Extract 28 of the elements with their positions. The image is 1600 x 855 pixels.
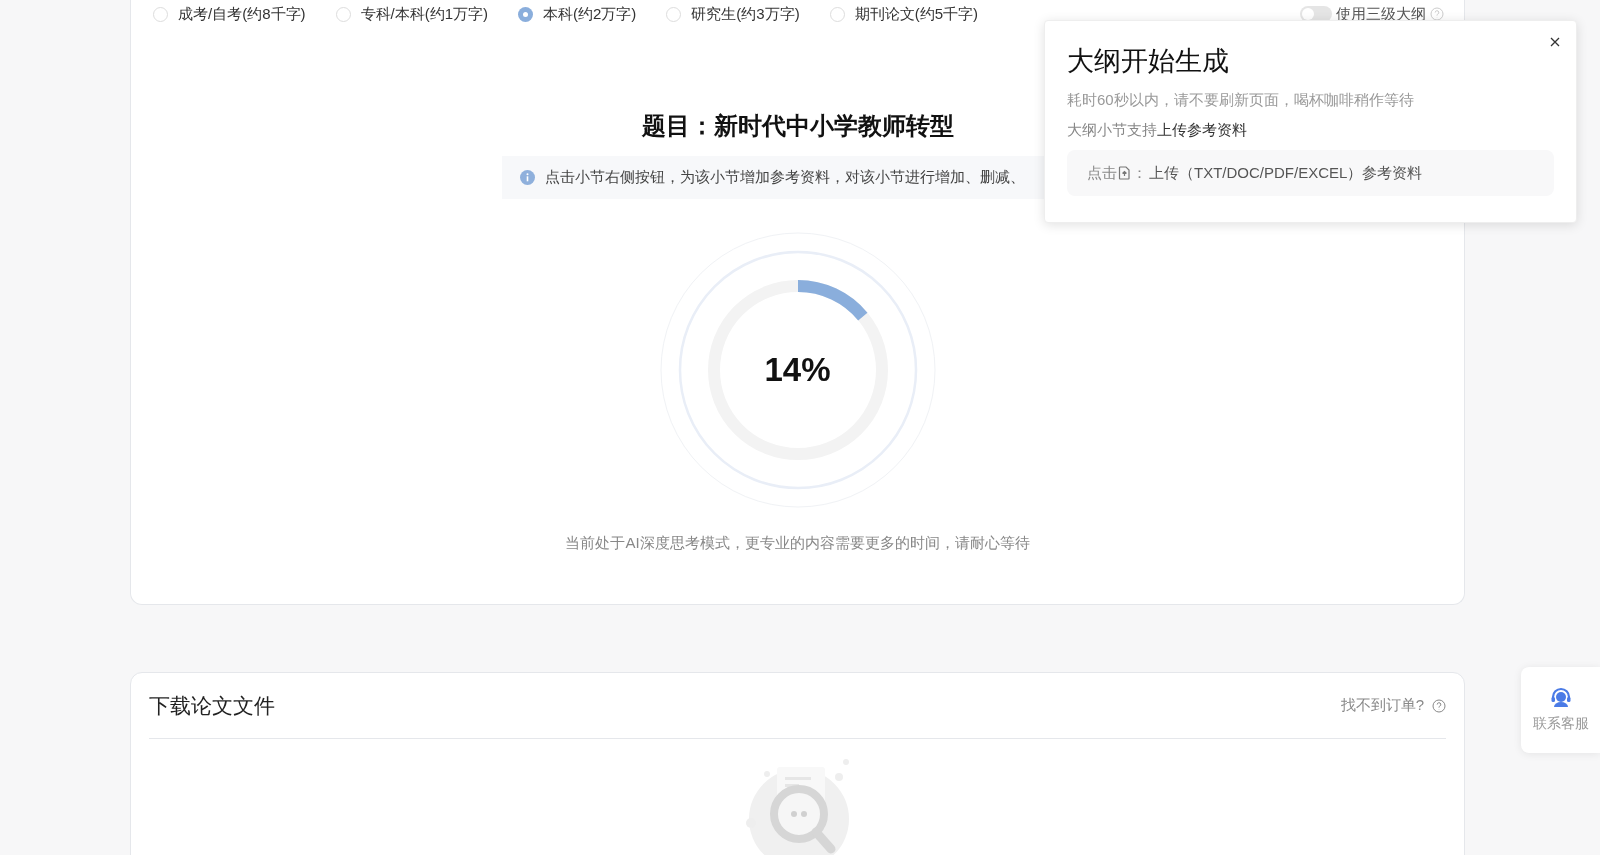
radio-label[interactable]: 本科(约2万字) <box>543 2 637 26</box>
close-icon[interactable] <box>1550 37 1560 47</box>
radio-label[interactable]: 专科/本科(约1万字) <box>360 2 488 26</box>
headset-icon <box>1549 686 1572 709</box>
progress-reading: 14% <box>764 350 831 391</box>
paper-title: 题目：新时代中小学教师转型 <box>641 111 954 141</box>
popup-title: 大纲开始生成 <box>1067 45 1230 78</box>
hint-label: 点击 <box>1087 162 1117 183</box>
radio-button[interactable] <box>666 6 682 22</box>
section-title: 下载论文文件 <box>149 692 275 719</box>
popup-text: 大纲小节支持上传参考资料 <box>1067 120 1248 141</box>
popup-text: 耗时60秒以内，请不要刷新页面，喝杯咖啡稍作等待 <box>1067 89 1415 110</box>
help-link[interactable]: 找不到订单? <box>1340 694 1424 717</box>
radio-label[interactable]: 成考/自考(约8千字) <box>178 2 306 26</box>
help-icon[interactable] <box>1430 7 1444 21</box>
radio-button[interactable] <box>153 6 168 22</box>
radio-button[interactable] <box>829 6 845 22</box>
info-text: 点击小节右侧按钮，为该小节增加参考资料，对该小节进行增加、删减、 <box>545 167 1025 188</box>
help-icon[interactable] <box>1432 698 1446 713</box>
hint-text: 上传（TXT/DOC/PDF/EXCEL）参考资料 <box>1149 162 1423 183</box>
hint-separator: ： <box>1132 162 1147 183</box>
radio-label[interactable]: 期刊论文(约5千字) <box>854 2 979 26</box>
radio-button[interactable] <box>518 6 533 22</box>
upload-icon <box>1118 165 1131 180</box>
radio-label[interactable]: 研究生(约3万字) <box>691 2 800 26</box>
radio-button[interactable] <box>335 6 351 22</box>
status-caption: 当前处于AI深度思考模式，更专业的内容需要更多的时间，请耐心等待 <box>565 533 1030 553</box>
info-icon <box>520 170 535 185</box>
